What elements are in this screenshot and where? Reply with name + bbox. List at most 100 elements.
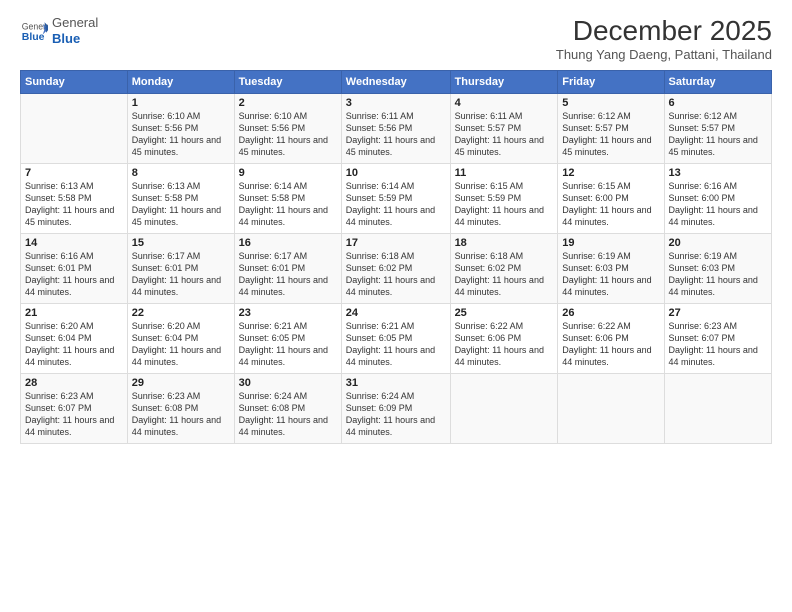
column-header-sunday: Sunday (21, 71, 128, 94)
day-info: Sunrise: 6:13 AM Sunset: 5:58 PM Dayligh… (132, 180, 230, 229)
day-info: Sunrise: 6:21 AM Sunset: 6:05 PM Dayligh… (346, 320, 446, 369)
day-number: 21 (25, 307, 123, 319)
day-number: 15 (132, 237, 230, 249)
day-cell: 31Sunrise: 6:24 AM Sunset: 6:09 PM Dayli… (341, 374, 450, 444)
day-number: 14 (25, 237, 123, 249)
day-info: Sunrise: 6:10 AM Sunset: 5:56 PM Dayligh… (239, 110, 337, 159)
day-number: 2 (239, 97, 337, 109)
week-row-3: 14Sunrise: 6:16 AM Sunset: 6:01 PM Dayli… (21, 234, 772, 304)
day-number: 1 (132, 97, 230, 109)
day-number: 28 (25, 377, 123, 389)
day-cell: 6Sunrise: 6:12 AM Sunset: 5:57 PM Daylig… (664, 94, 771, 164)
day-cell: 16Sunrise: 6:17 AM Sunset: 6:01 PM Dayli… (234, 234, 341, 304)
day-number: 26 (562, 307, 659, 319)
day-cell: 15Sunrise: 6:17 AM Sunset: 6:01 PM Dayli… (127, 234, 234, 304)
day-number: 7 (25, 167, 123, 179)
week-row-2: 7 Sunrise: 6:13 AM Sunset: 5:58 PM Daylig… (21, 164, 772, 234)
day-info: Sunrise: 6:17 AM Sunset: 6:01 PM Dayligh… (132, 250, 230, 299)
day-cell: 25Sunrise: 6:22 AM Sunset: 6:06 PM Dayli… (450, 304, 558, 374)
day-info: Sunrise: 6:15 AM Sunset: 5:59 PM Dayligh… (455, 180, 554, 229)
day-cell: 7Sunrise: 6:13 AM Sunset: 5:58 PM Daylig… (21, 164, 128, 234)
logo-blue: Blue (52, 31, 98, 47)
logo: General Blue General Blue (20, 15, 98, 46)
logo-text: General Blue (52, 15, 98, 46)
day-cell (664, 374, 771, 444)
day-number: 23 (239, 307, 337, 319)
day-info: Sunrise: 6:24 AM Sunset: 6:08 PM Dayligh… (239, 390, 337, 439)
day-cell: 18Sunrise: 6:18 AM Sunset: 6:02 PM Dayli… (450, 234, 558, 304)
day-cell: 12Sunrise: 6:15 AM Sunset: 6:00 PM Dayli… (558, 164, 664, 234)
day-info: Sunrise: 6:19 AM Sunset: 6:03 PM Dayligh… (562, 250, 659, 299)
day-cell: 2Sunrise: 6:10 AM Sunset: 5:56 PM Daylig… (234, 94, 341, 164)
day-cell: 21Sunrise: 6:20 AM Sunset: 6:04 PM Dayli… (21, 304, 128, 374)
header-row: SundayMondayTuesdayWednesdayThursdayFrid… (21, 71, 772, 94)
day-cell: 13Sunrise: 6:16 AM Sunset: 6:00 PM Dayli… (664, 164, 771, 234)
logo-icon: General Blue (20, 17, 48, 45)
column-header-thursday: Thursday (450, 71, 558, 94)
day-cell: 29Sunrise: 6:23 AM Sunset: 6:08 PM Dayli… (127, 374, 234, 444)
day-cell: 9Sunrise: 6:14 AM Sunset: 5:58 PM Daylig… (234, 164, 341, 234)
day-info: Sunrise: 6:21 AM Sunset: 6:05 PM Dayligh… (239, 320, 337, 369)
day-number: 11 (455, 167, 554, 179)
day-number: 18 (455, 237, 554, 249)
day-info: Sunrise: 6:14 AM Sunset: 5:59 PM Dayligh… (346, 180, 446, 229)
location: Thung Yang Daeng, Pattani, Thailand (556, 47, 772, 62)
month-year: December 2025 (556, 15, 772, 47)
column-header-saturday: Saturday (664, 71, 771, 94)
day-info: Sunrise: 6:18 AM Sunset: 6:02 PM Dayligh… (346, 250, 446, 299)
day-cell: 14Sunrise: 6:16 AM Sunset: 6:01 PM Dayli… (21, 234, 128, 304)
day-cell: 4Sunrise: 6:11 AM Sunset: 5:57 PM Daylig… (450, 94, 558, 164)
day-number: 31 (346, 377, 446, 389)
day-number: 10 (346, 167, 446, 179)
day-info: Sunrise: 6:24 AM Sunset: 6:09 PM Dayligh… (346, 390, 446, 439)
day-cell (21, 94, 128, 164)
day-info: Sunrise: 6:16 AM Sunset: 6:01 PM Dayligh… (25, 250, 123, 299)
day-number: 24 (346, 307, 446, 319)
week-row-5: 28Sunrise: 6:23 AM Sunset: 6:07 PM Dayli… (21, 374, 772, 444)
day-info: Sunrise: 6:19 AM Sunset: 6:03 PM Dayligh… (669, 250, 767, 299)
day-number: 13 (669, 167, 767, 179)
day-info: Sunrise: 6:23 AM Sunset: 6:08 PM Dayligh… (132, 390, 230, 439)
day-cell: 1Sunrise: 6:10 AM Sunset: 5:56 PM Daylig… (127, 94, 234, 164)
day-info: Sunrise: 6:12 AM Sunset: 5:57 PM Dayligh… (669, 110, 767, 159)
day-cell: 27Sunrise: 6:23 AM Sunset: 6:07 PM Dayli… (664, 304, 771, 374)
day-number: 19 (562, 237, 659, 249)
day-number: 30 (239, 377, 337, 389)
day-info: Sunrise: 6:16 AM Sunset: 6:00 PM Dayligh… (669, 180, 767, 229)
day-cell: 30Sunrise: 6:24 AM Sunset: 6:08 PM Dayli… (234, 374, 341, 444)
day-number: 6 (669, 97, 767, 109)
day-info: Sunrise: 6:20 AM Sunset: 6:04 PM Dayligh… (25, 320, 123, 369)
day-number: 9 (239, 167, 337, 179)
page: General Blue General Blue December 2025 … (0, 0, 792, 612)
day-info: Sunrise: 6:18 AM Sunset: 6:02 PM Dayligh… (455, 250, 554, 299)
day-number: 12 (562, 167, 659, 179)
day-info: Sunrise: 6:10 AM Sunset: 5:56 PM Dayligh… (132, 110, 230, 159)
day-cell: 26Sunrise: 6:22 AM Sunset: 6:06 PM Dayli… (558, 304, 664, 374)
day-cell (558, 374, 664, 444)
day-number: 5 (562, 97, 659, 109)
day-cell: 17Sunrise: 6:18 AM Sunset: 6:02 PM Dayli… (341, 234, 450, 304)
day-info: Sunrise: 6:17 AM Sunset: 6:01 PM Dayligh… (239, 250, 337, 299)
column-header-monday: Monday (127, 71, 234, 94)
day-cell: 23Sunrise: 6:21 AM Sunset: 6:05 PM Dayli… (234, 304, 341, 374)
week-row-4: 21Sunrise: 6:20 AM Sunset: 6:04 PM Dayli… (21, 304, 772, 374)
header: General Blue General Blue December 2025 … (20, 15, 772, 62)
day-cell: 22Sunrise: 6:20 AM Sunset: 6:04 PM Dayli… (127, 304, 234, 374)
day-cell: 5Sunrise: 6:12 AM Sunset: 5:57 PM Daylig… (558, 94, 664, 164)
day-info: Sunrise: 6:11 AM Sunset: 5:57 PM Dayligh… (455, 110, 554, 159)
day-cell: 3Sunrise: 6:11 AM Sunset: 5:56 PM Daylig… (341, 94, 450, 164)
day-cell: 8Sunrise: 6:13 AM Sunset: 5:58 PM Daylig… (127, 164, 234, 234)
column-header-wednesday: Wednesday (341, 71, 450, 94)
day-info: Sunrise: 6:15 AM Sunset: 6:00 PM Dayligh… (562, 180, 659, 229)
day-number: 22 (132, 307, 230, 319)
day-info: Sunrise: 6:23 AM Sunset: 6:07 PM Dayligh… (669, 320, 767, 369)
day-number: 8 (132, 167, 230, 179)
logo-general: General (52, 15, 98, 31)
day-number: 3 (346, 97, 446, 109)
day-cell: 11Sunrise: 6:15 AM Sunset: 5:59 PM Dayli… (450, 164, 558, 234)
column-header-tuesday: Tuesday (234, 71, 341, 94)
day-info: Sunrise: 6:20 AM Sunset: 6:04 PM Dayligh… (132, 320, 230, 369)
day-info: Sunrise: 6:11 AM Sunset: 5:56 PM Dayligh… (346, 110, 446, 159)
day-number: 17 (346, 237, 446, 249)
day-number: 16 (239, 237, 337, 249)
